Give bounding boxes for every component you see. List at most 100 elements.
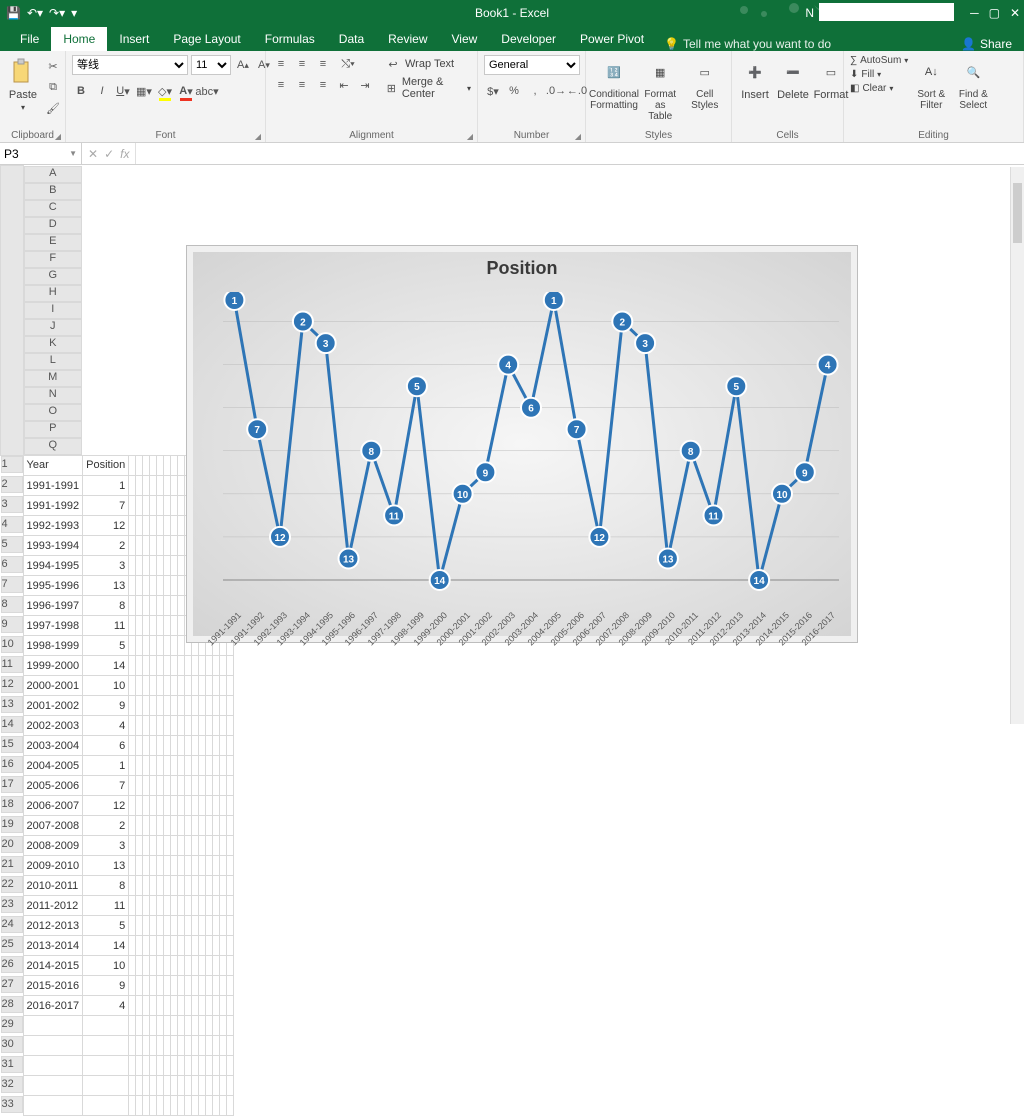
cell-N14[interactable] xyxy=(206,716,213,736)
cell-D10[interactable] xyxy=(136,636,143,656)
cell-M32[interactable] xyxy=(199,1076,206,1096)
fill-button[interactable]: ⬇Fill▾ xyxy=(850,69,908,80)
cell-Q16[interactable] xyxy=(227,756,234,776)
cell-G15[interactable] xyxy=(157,736,164,756)
cell-F18[interactable] xyxy=(150,796,157,816)
row-header-4[interactable]: 4 xyxy=(1,516,23,533)
cell-F10[interactable] xyxy=(150,636,157,656)
number-format-select[interactable]: General xyxy=(484,55,580,75)
cell-F3[interactable] xyxy=(150,496,157,516)
cell-I29[interactable] xyxy=(171,1016,178,1036)
clear-button[interactable]: ◧Clear▾ xyxy=(850,83,908,94)
cell-E21[interactable] xyxy=(143,856,150,876)
cell-Q19[interactable] xyxy=(227,816,234,836)
sort-filter-button[interactable]: A↓Sort & Filter xyxy=(912,55,950,113)
cell-F23[interactable] xyxy=(150,896,157,916)
cell-K26[interactable] xyxy=(185,956,192,976)
tab-page-layout[interactable]: Page Layout xyxy=(161,27,252,51)
row-33[interactable]: 33 xyxy=(1,1096,234,1116)
cell-E9[interactable] xyxy=(143,616,150,636)
cell-E4[interactable] xyxy=(143,516,150,536)
cell-A6[interactable]: 1994-1995 xyxy=(23,556,83,576)
cell-L28[interactable] xyxy=(192,996,199,1016)
cell-Q11[interactable] xyxy=(227,656,234,676)
cell-O28[interactable] xyxy=(213,996,220,1016)
cell-I8[interactable] xyxy=(171,596,178,616)
row-header-10[interactable]: 10 xyxy=(1,636,23,653)
cell-K24[interactable] xyxy=(185,916,192,936)
cell-N31[interactable] xyxy=(206,1056,213,1076)
cell-C27[interactable] xyxy=(129,976,136,996)
cell-P14[interactable] xyxy=(220,716,227,736)
row-18[interactable]: 182006-200712 xyxy=(1,796,234,816)
cell-L31[interactable] xyxy=(192,1056,199,1076)
cell-D3[interactable] xyxy=(136,496,143,516)
cell-L22[interactable] xyxy=(192,876,199,896)
cell-G24[interactable] xyxy=(157,916,164,936)
cell-I27[interactable] xyxy=(171,976,178,996)
cell-P33[interactable] xyxy=(220,1096,227,1116)
cell-C13[interactable] xyxy=(129,696,136,716)
row-20[interactable]: 202008-20093 xyxy=(1,836,234,856)
row-header-21[interactable]: 21 xyxy=(1,856,23,873)
increase-font-icon[interactable]: A▴ xyxy=(234,56,252,74)
align-middle-icon[interactable]: ≡ xyxy=(293,55,311,73)
cell-D13[interactable] xyxy=(136,696,143,716)
cell-Q30[interactable] xyxy=(227,1036,234,1056)
cell-E29[interactable] xyxy=(143,1016,150,1036)
col-header-D[interactable]: D xyxy=(24,217,83,234)
row-header-12[interactable]: 12 xyxy=(1,676,23,693)
cell-L13[interactable] xyxy=(192,696,199,716)
cell-B8[interactable]: 8 xyxy=(83,596,129,616)
maximize-icon[interactable]: ▢ xyxy=(989,6,1000,20)
cell-A25[interactable]: 2013-2014 xyxy=(23,936,83,956)
cell-H8[interactable] xyxy=(164,596,171,616)
cancel-formula-icon[interactable]: ✕ xyxy=(88,147,98,161)
cell-H13[interactable] xyxy=(164,696,171,716)
cell-G19[interactable] xyxy=(157,816,164,836)
cell-D2[interactable] xyxy=(136,476,143,496)
cell-P22[interactable] xyxy=(220,876,227,896)
cell-E11[interactable] xyxy=(143,656,150,676)
cell-F4[interactable] xyxy=(150,516,157,536)
cell-K14[interactable] xyxy=(185,716,192,736)
cell-I16[interactable] xyxy=(171,756,178,776)
cell-A4[interactable]: 1992-1993 xyxy=(23,516,83,536)
cell-L18[interactable] xyxy=(192,796,199,816)
cell-C26[interactable] xyxy=(129,956,136,976)
cell-I22[interactable] xyxy=(171,876,178,896)
cell-N12[interactable] xyxy=(206,676,213,696)
cell-J10[interactable] xyxy=(178,636,185,656)
cell-D15[interactable] xyxy=(136,736,143,756)
cell-B16[interactable]: 1 xyxy=(83,756,129,776)
cell-C5[interactable] xyxy=(129,536,136,556)
select-all-cell[interactable] xyxy=(1,166,24,456)
cell-P24[interactable] xyxy=(220,916,227,936)
underline-icon[interactable]: U▾ xyxy=(114,82,132,100)
cell-D20[interactable] xyxy=(136,836,143,856)
cell-H10[interactable] xyxy=(164,636,171,656)
cell-F11[interactable] xyxy=(150,656,157,676)
cell-P20[interactable] xyxy=(220,836,227,856)
cell-A19[interactable]: 2007-2008 xyxy=(23,816,83,836)
cell-Q23[interactable] xyxy=(227,896,234,916)
tab-developer[interactable]: Developer xyxy=(489,27,568,51)
cell-M12[interactable] xyxy=(199,676,206,696)
dialog-launcher-icon[interactable]: ◢ xyxy=(55,132,61,141)
cell-A7[interactable]: 1995-1996 xyxy=(23,576,83,596)
cell-H30[interactable] xyxy=(164,1036,171,1056)
cell-C6[interactable] xyxy=(129,556,136,576)
cell-H31[interactable] xyxy=(164,1056,171,1076)
row-14[interactable]: 142002-20034 xyxy=(1,716,234,736)
cell-I11[interactable] xyxy=(171,656,178,676)
cell-C8[interactable] xyxy=(129,596,136,616)
cell-N20[interactable] xyxy=(206,836,213,856)
cell-M26[interactable] xyxy=(199,956,206,976)
row-header-25[interactable]: 25 xyxy=(1,936,23,953)
cell-O12[interactable] xyxy=(213,676,220,696)
cut-icon[interactable]: ✂ xyxy=(44,57,62,75)
cell-M13[interactable] xyxy=(199,696,206,716)
cell-B21[interactable]: 13 xyxy=(83,856,129,876)
cell-K19[interactable] xyxy=(185,816,192,836)
cell-C31[interactable] xyxy=(129,1056,136,1076)
